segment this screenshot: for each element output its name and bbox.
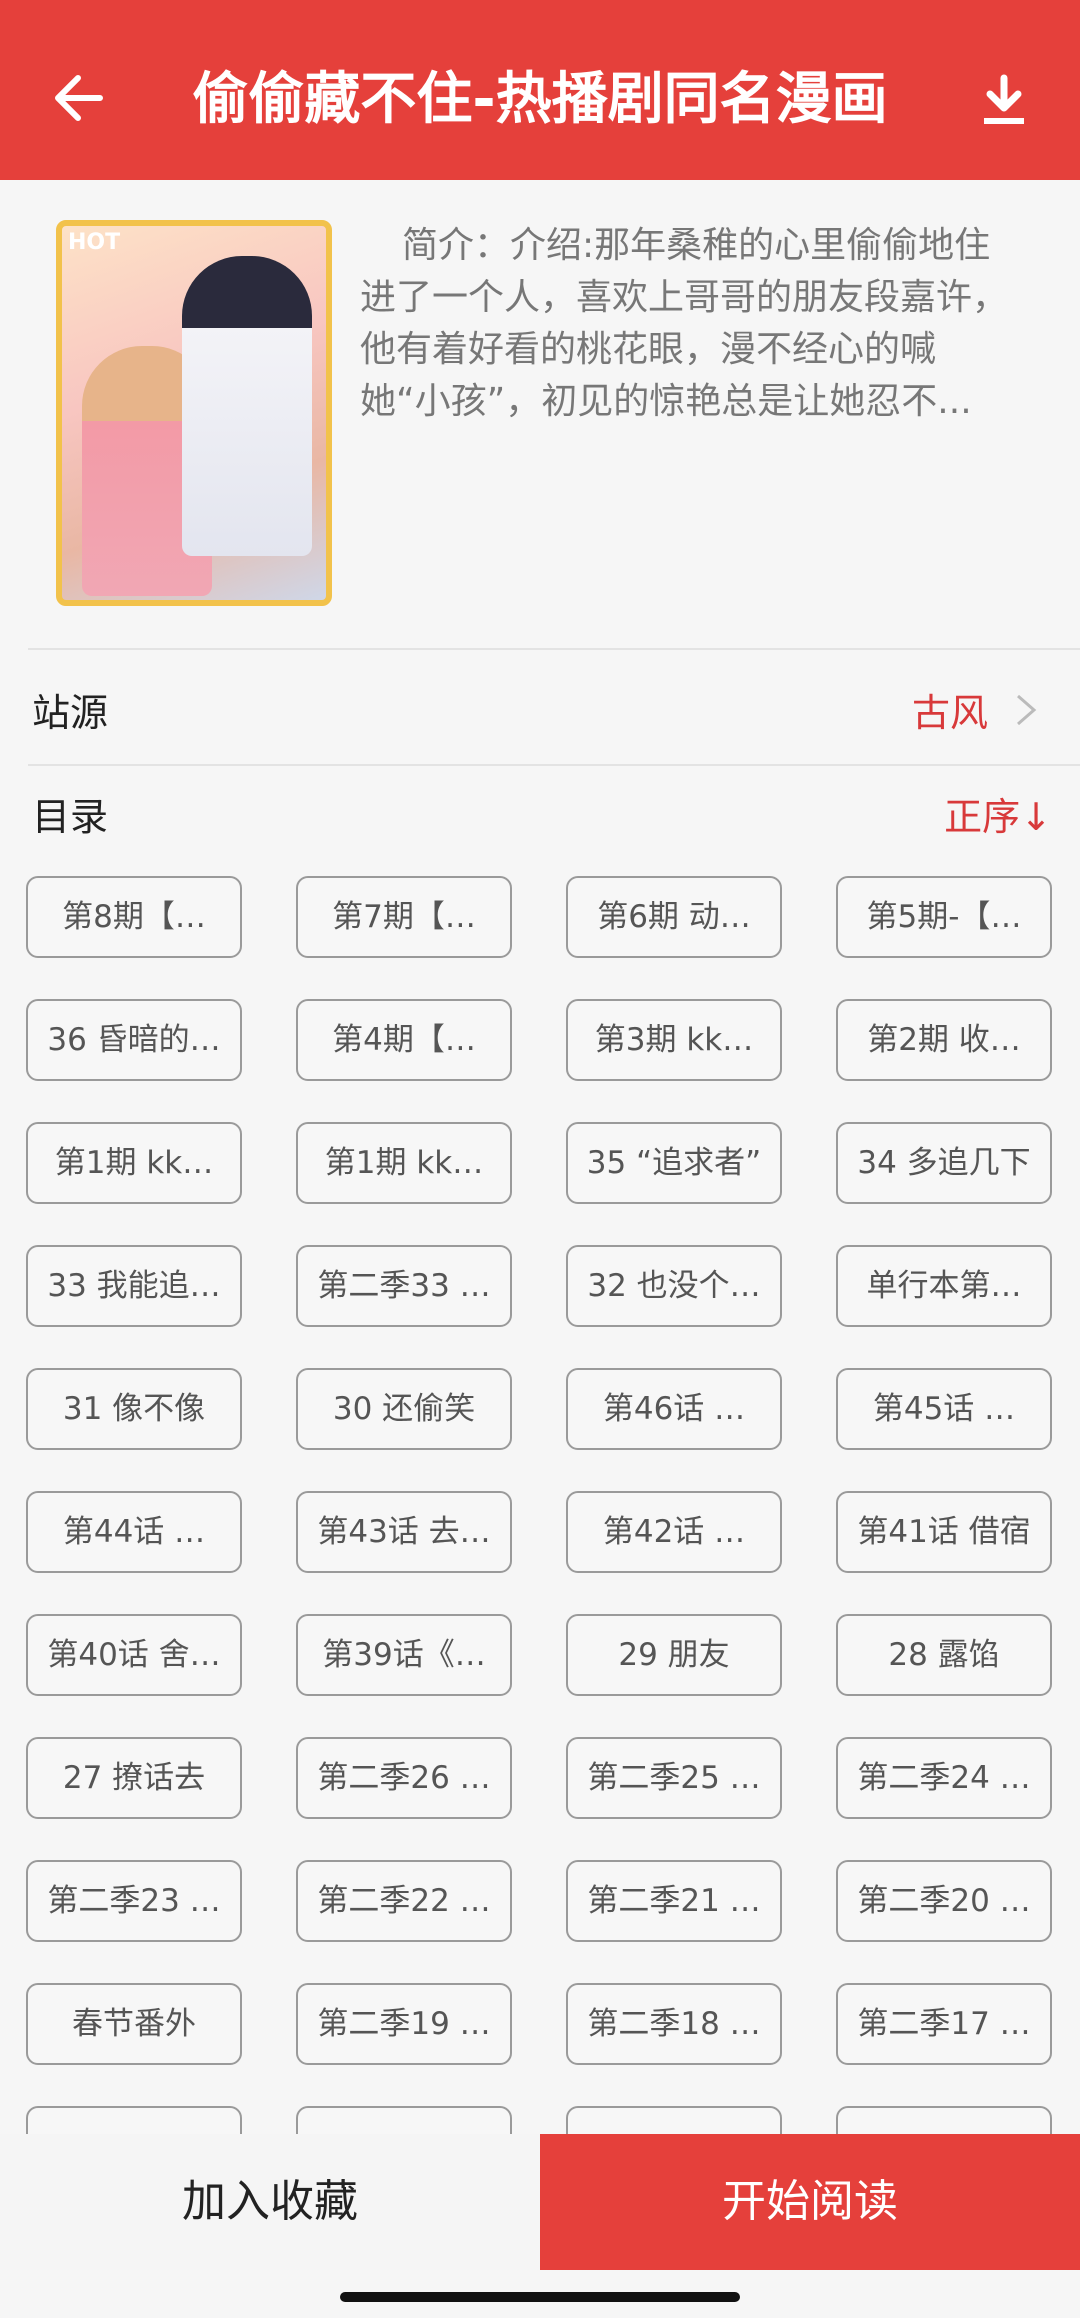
chapter-button[interactable]: 36 昏暗的… [26, 999, 242, 1081]
chapter-button[interactable]: 第46话 … [566, 1368, 782, 1450]
chapter-button[interactable]: 32 也没个… [566, 1245, 782, 1327]
source-label: 站源 [32, 691, 109, 735]
chapter-button[interactable]: 第8期【… [26, 876, 242, 958]
chapter-button[interactable]: 第二季18 … [566, 1983, 782, 2065]
chapter-button[interactable]: 第3期 kk… [566, 999, 782, 1081]
page-title: 偷偷藏不住-热播剧同名漫画 [192, 67, 888, 132]
chapter-button[interactable]: 第二季33 … [296, 1245, 512, 1327]
download-icon[interactable] [980, 74, 1028, 128]
start-reading-button[interactable]: 开始阅读 [540, 2134, 1080, 2270]
comic-cover-image[interactable]: HOT [56, 220, 332, 606]
divider [28, 648, 1080, 650]
chapter-button[interactable]: 28 露馅 [836, 1614, 1052, 1696]
source-row[interactable]: 站源 古风 [0, 652, 1080, 764]
chapter-button[interactable]: 31 像不像 [26, 1368, 242, 1450]
chapter-button[interactable] [296, 2106, 512, 2134]
chapter-button[interactable]: 第7期【… [296, 876, 512, 958]
chapter-button[interactable]: 第二季21 … [566, 1860, 782, 1942]
chapter-button[interactable]: 第二季23 … [26, 1860, 242, 1942]
chapter-button[interactable]: 第44话 … [26, 1491, 242, 1573]
source-value: 古风 [911, 691, 988, 735]
chapter-button[interactable]: 第二季19 … [296, 1983, 512, 2065]
chapter-button[interactable]: 第43话 去… [296, 1491, 512, 1573]
sort-order-toggle[interactable]: 正序↓ [944, 786, 1052, 841]
hot-badge: HOT [68, 230, 121, 255]
chapter-button[interactable]: 第41话 借宿 [836, 1491, 1052, 1573]
chapter-button[interactable]: 第1期 kk… [26, 1122, 242, 1204]
chapter-button[interactable]: 第42话 … [566, 1491, 782, 1573]
chapter-button[interactable] [26, 2106, 242, 2134]
chapter-button[interactable]: 第6期 动… [566, 876, 782, 958]
bottom-action-bar: 加入收藏 开始阅读 [0, 2134, 1080, 2270]
chapter-button[interactable]: 单行本第… [836, 1245, 1052, 1327]
chapter-button[interactable]: 第二季17 … [836, 1983, 1052, 2065]
chapter-button[interactable]: 第5期-【… [836, 876, 1052, 958]
chapter-button[interactable]: 35 “追求者” [566, 1122, 782, 1204]
app-header: 偷偷藏不住-热播剧同名漫画 [0, 0, 1080, 180]
add-favorite-button[interactable]: 加入收藏 [0, 2134, 540, 2270]
comic-description: 简介：介绍:那年桑稚的心里偷偷地住进了一个人，喜欢上哥哥的朋友段嘉许，他有着好看… [360, 225, 1009, 422]
chapter-button[interactable]: 第4期【… [296, 999, 512, 1081]
chapter-button[interactable]: 第二季26 … [296, 1737, 512, 1819]
chapter-button[interactable]: 第二季22 … [296, 1860, 512, 1942]
chapter-button[interactable]: 第二季20 … [836, 1860, 1052, 1942]
chapter-button[interactable] [836, 2106, 1052, 2134]
chapter-button[interactable]: 29 朋友 [566, 1614, 782, 1696]
chapter-button[interactable]: 第40话 舍… [26, 1614, 242, 1696]
chapter-button[interactable]: 第1期 kk… [296, 1122, 512, 1204]
chapter-grid: 第8期【… 第7期【… 第6期 动… 第5期-【… 36 昏暗的… 第4期【… 第3期 kk… [26, 876, 1056, 2134]
chevron-right-icon [1017, 694, 1037, 726]
chapter-button[interactable]: 春节番外 [26, 1983, 242, 2065]
chapter-button[interactable]: 第二季24 … [836, 1737, 1052, 1819]
chapter-button[interactable]: 第39话《… [296, 1614, 512, 1696]
catalog-header: 目录 正序↓ [0, 756, 1080, 868]
chapter-button[interactable]: 34 多追几下 [836, 1122, 1052, 1204]
catalog-label: 目录 [32, 795, 109, 839]
chapter-button[interactable]: 33 我能追… [26, 1245, 242, 1327]
chapter-button[interactable]: 第2期 收… [836, 999, 1052, 1081]
comic-intro-section: HOT 简介：介绍:那年桑稚的心里偷偷地住进了一个人，喜欢上哥哥的朋友段嘉许，他… [0, 180, 1080, 650]
chapter-button[interactable]: 27 撩话去 [26, 1737, 242, 1819]
chapter-button[interactable]: 第二季25 … [566, 1737, 782, 1819]
home-indicator [340, 2292, 740, 2302]
cover-figure-boy [182, 256, 312, 556]
chapter-button[interactable]: 30 还偷笑 [296, 1368, 512, 1450]
back-arrow-icon[interactable] [50, 70, 106, 126]
chapter-button[interactable]: 第45话 … [836, 1368, 1052, 1450]
chapter-button[interactable] [566, 2106, 782, 2134]
